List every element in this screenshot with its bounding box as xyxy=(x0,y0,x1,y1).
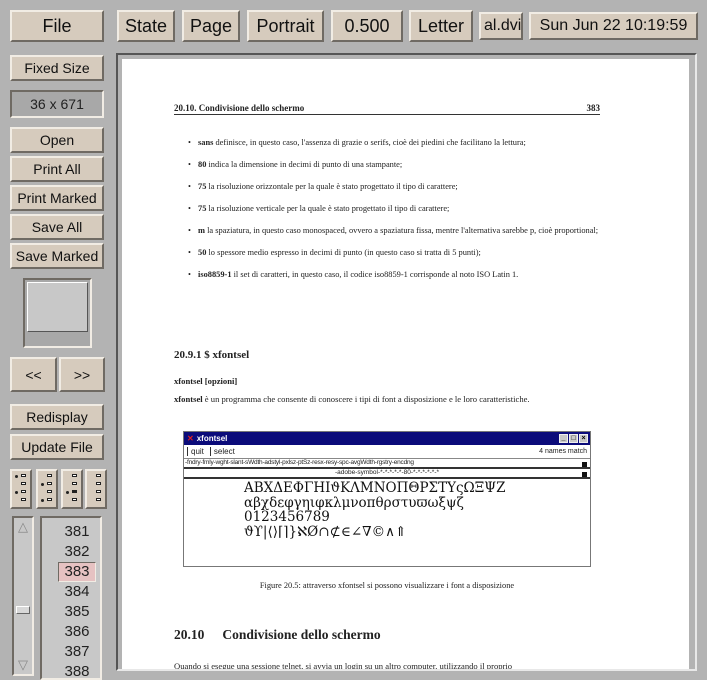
page-menu-button[interactable]: Page xyxy=(182,10,240,42)
page-list-item[interactable]: 382 xyxy=(58,542,96,562)
save-marked-button[interactable]: Save Marked xyxy=(10,243,104,269)
page-list-scrollbar[interactable]: △ ▽ xyxy=(12,516,34,676)
maximize-icon: □ xyxy=(569,434,578,443)
page-list-item[interactable]: 385 xyxy=(58,602,96,622)
file-menu-button[interactable]: File xyxy=(10,10,104,42)
document-viewport[interactable]: 20.10. Condivisione dello schermo 383 sa… xyxy=(116,53,697,671)
font-pattern: -fndry-fmly-wght-slant-sWdth-adstyl-pxls… xyxy=(184,459,590,469)
panner[interactable] xyxy=(23,278,92,348)
list-item: 75 la risoluzione verticale per la quale… xyxy=(188,203,600,214)
fixed-size-button[interactable]: Fixed Size xyxy=(10,55,104,81)
page-list[interactable]: 381 382 383 384 385 386 387 388 xyxy=(40,516,102,680)
previous-page-button[interactable]: << xyxy=(10,357,57,392)
x-logo-icon: ✕ xyxy=(187,434,194,443)
page-list-item[interactable]: 387 xyxy=(58,642,96,662)
option-list: sans definisce, in questo caso, l'assenz… xyxy=(188,137,600,291)
document-page: 20.10. Condivisione dello schermo 383 sa… xyxy=(122,59,689,671)
list-item: iso8859-1 il set di caratteri, in questo… xyxy=(188,269,600,280)
next-page-button[interactable]: >> xyxy=(59,357,105,392)
figure-titlebar: ✕ xfontsel _ □ × xyxy=(184,432,590,445)
orientation-button[interactable]: Portrait xyxy=(247,10,324,42)
location-display: 36 x 671 xyxy=(10,90,104,118)
description-paragraph: xfontsel è un programma che consente di … xyxy=(174,394,530,404)
list-item: m la spaziatura, in questo caso monospac… xyxy=(188,225,600,236)
scroll-down-arrow-icon[interactable]: ▽ xyxy=(16,658,30,672)
scroll-up-arrow-icon[interactable]: △ xyxy=(16,520,30,534)
close-icon: × xyxy=(579,434,588,443)
page-list-item[interactable]: 384 xyxy=(58,582,96,602)
page-list-item[interactable]: 386 xyxy=(58,622,96,642)
mark-current-button[interactable] xyxy=(61,469,83,509)
state-menu-button[interactable]: State xyxy=(117,10,175,42)
selected-font-name: -adobe-symbol-*-*-*-*-*-80-*-*-*-*-*-* xyxy=(184,469,590,479)
list-item: 50 lo spessore medio espresso in decimi … xyxy=(188,247,600,258)
redisplay-button[interactable]: Redisplay xyxy=(10,404,104,430)
page-list-item[interactable]: 388 xyxy=(58,662,96,678)
list-item: 75 la risoluzione orizzontale per la qua… xyxy=(188,181,600,192)
section-heading: 20.10 Condivisione dello schermo xyxy=(174,627,381,642)
running-head: 20.10. Condivisione dello schermo 383 xyxy=(174,103,600,115)
minimize-icon: _ xyxy=(559,434,568,443)
list-item: sans definisce, in questo caso, l'assenz… xyxy=(188,137,600,148)
magnification-button[interactable]: 0.500 xyxy=(331,10,403,42)
page-list-item-selected[interactable]: 383 xyxy=(58,562,96,582)
save-all-button[interactable]: Save All xyxy=(10,214,104,240)
figure-caption: Figure 20.5: attraverso xfontsel si poss… xyxy=(259,581,515,590)
unmark-all-button[interactable] xyxy=(85,469,107,509)
paper-size-button[interactable]: Letter xyxy=(409,10,473,42)
xfontsel-figure: ✕ xfontsel _ □ × quit select 4 names match… xyxy=(183,431,591,567)
xdvi-window: File State Page Portrait 0.500 Letter al… xyxy=(0,0,707,680)
panner-thumb[interactable] xyxy=(27,282,88,332)
date-display: Sun Jun 22 10:19:59 xyxy=(529,12,698,40)
body-paragraph: Quando si esegue una sessione telnet, si… xyxy=(174,661,513,671)
subsection-heading: 20.9.1 $ xfontsel xyxy=(174,349,250,361)
mark-even-button[interactable] xyxy=(36,469,58,509)
running-head-page-number: 383 xyxy=(586,103,601,113)
print-marked-button[interactable]: Print Marked xyxy=(10,185,104,211)
scrollbar-thumb[interactable] xyxy=(16,606,30,614)
running-head-title: 20.10. Condivisione dello schermo xyxy=(174,103,305,113)
print-all-button[interactable]: Print All xyxy=(10,156,104,182)
page-list-item[interactable]: 381 xyxy=(58,522,96,542)
list-item: 80 indica la dimensione in decimi di pun… xyxy=(188,159,600,170)
command-synopsis: xfontsel [opzioni] xyxy=(174,376,238,386)
filename-field[interactable]: al.dvi xyxy=(479,12,523,40)
figure-menubar: quit select 4 names match xyxy=(184,445,590,459)
font-sample: ΑΒΧΔΕΦΓΗΙϑΚΛΜΝΟΠΘΡΣΤΥςΩΞΨΖ αβχδεφγηιφκλμ… xyxy=(244,480,506,540)
open-button[interactable]: Open xyxy=(10,127,104,153)
mark-odd-button[interactable] xyxy=(10,469,32,509)
update-file-button[interactable]: Update File xyxy=(10,434,104,460)
